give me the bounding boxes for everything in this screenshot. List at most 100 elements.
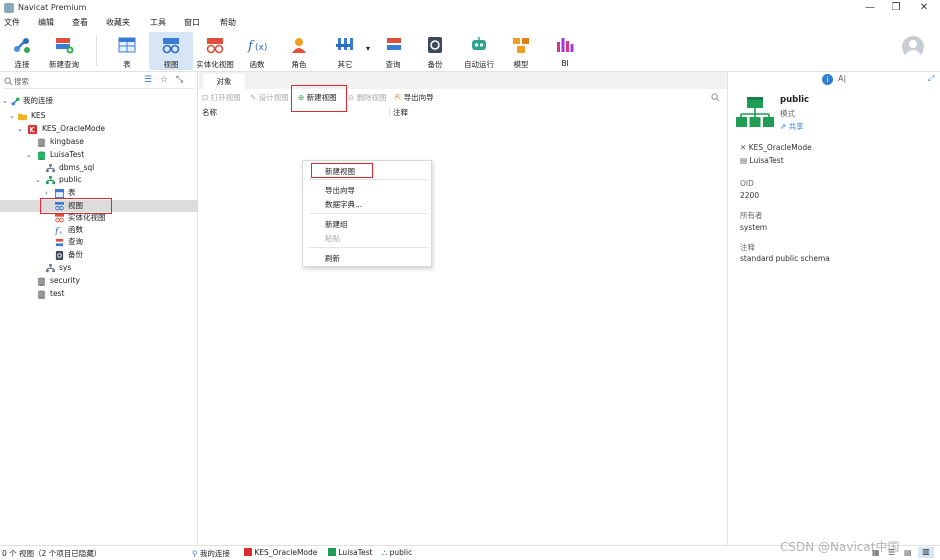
model-icon: [513, 38, 529, 53]
tree-item-test[interactable]: test: [0, 288, 198, 300]
column-divider[interactable]: [389, 107, 390, 118]
function-icon: f (x): [247, 39, 267, 54]
tree-item-luisatest[interactable]: ⌄ LuisaTest: [0, 149, 198, 161]
crumb-label: LuisaTest: [338, 548, 373, 557]
new-query-label: 新建查询: [49, 60, 79, 69]
query-button[interactable]: 查询: [371, 32, 415, 70]
tree-item-queries[interactable]: 查询: [0, 236, 198, 248]
design-view-button[interactable]: ✎ 设计视图: [250, 92, 289, 103]
table-icon: [118, 37, 136, 53]
user-avatar[interactable]: [902, 36, 924, 58]
highlight-views-item: [40, 198, 112, 214]
crumb-luisatest[interactable]: LuisaTest: [328, 548, 373, 557]
delete-icon: ⊖: [348, 93, 355, 102]
star-icon[interactable]: ☆: [160, 75, 168, 85]
crumb-kes-oraclemode[interactable]: KES_OracleMode: [244, 548, 317, 557]
column-name[interactable]: 名称: [202, 107, 217, 118]
menu-help[interactable]: 帮助: [220, 17, 236, 28]
connect-button[interactable]: 连接: [0, 32, 44, 70]
crumb-public[interactable]: ⛬ public: [382, 548, 412, 558]
filter-icon[interactable]: ☰: [144, 75, 152, 85]
role-icon: [292, 38, 306, 53]
menu-view[interactable]: 查看: [72, 17, 88, 28]
search-icon[interactable]: [711, 93, 720, 102]
info-icon[interactable]: i: [822, 74, 833, 85]
other-button[interactable]: 其它: [323, 32, 367, 70]
ctx-data-dictionary[interactable]: 数据字典...: [325, 199, 362, 210]
tree-item-kingbase[interactable]: kingbase: [0, 136, 198, 148]
export-wizard-button[interactable]: ⇱ 导出向导: [395, 92, 434, 103]
materialized-view-icon: [206, 38, 224, 54]
share-link[interactable]: ⇗ 共享: [780, 121, 804, 132]
function-button[interactable]: f (x) 函数: [235, 32, 279, 70]
tree-item-sys[interactable]: sys: [0, 262, 198, 274]
crumb-label: public: [389, 548, 413, 557]
menu-window[interactable]: 窗口: [184, 17, 200, 28]
open-view-icon: ⊡: [202, 93, 209, 102]
ctx-refresh[interactable]: 刷新: [325, 253, 340, 264]
close-button[interactable]: ✕: [910, 0, 938, 16]
ctx-separator: [309, 247, 427, 248]
automation-button[interactable]: 自动运行: [457, 32, 501, 70]
connection-icon: ✕: [740, 143, 747, 152]
menu-tools[interactable]: 工具: [150, 17, 166, 28]
maximize-button[interactable]: ❐: [882, 0, 910, 16]
tree-search[interactable]: 搜索 ☰ ☆ ⤡: [4, 75, 194, 89]
tree-item-my-connections[interactable]: ⌄ 我的连接: [0, 95, 198, 107]
menu-file[interactable]: 文件: [4, 17, 20, 28]
table-button[interactable]: 表: [105, 32, 149, 70]
view-detail-icon[interactable]: ▤: [904, 548, 912, 557]
tree-item-kes[interactable]: ⌄ KES: [0, 110, 198, 122]
tree-item-backups[interactable]: 备份: [0, 249, 198, 261]
info-pane-toggle-icon[interactable]: ▥: [918, 547, 934, 558]
crumb-label: KES_OracleMode: [254, 548, 318, 557]
kingbase-connection-icon: [244, 548, 252, 556]
view-grid-icon[interactable]: ▦: [872, 548, 880, 557]
tree-item-kes-oraclemode[interactable]: ⌄ KES_OracleMode: [0, 123, 198, 135]
main-toolbar: 连接 新建查询 表 视图 实体化视图 f (x) 函数 角色 其它 ▾ 查询 备份…: [0, 30, 940, 72]
bi-button[interactable]: BI: [543, 32, 587, 70]
crumb-my-connections[interactable]: ⚲ 我的连接: [192, 548, 230, 559]
role-button[interactable]: 角色: [277, 32, 321, 70]
tab-objects[interactable]: 对象: [203, 74, 245, 89]
tree-item-security[interactable]: security: [0, 275, 198, 287]
view-label: 视图: [163, 60, 179, 69]
open-view-button[interactable]: ⊡ 打开视图: [202, 92, 241, 103]
object-list-header: 名称 注释: [199, 107, 727, 118]
tree-item-dbms-sql[interactable]: dbms_sql: [0, 162, 198, 174]
status-count: 0 个 视图（2 个项目已隐藏）: [2, 549, 102, 558]
tree-item-public[interactable]: ⌄ public: [0, 174, 198, 186]
new-query-button[interactable]: 新建查询: [42, 32, 86, 70]
other-dropdown-icon[interactable]: ▾: [366, 44, 370, 53]
schema-large-icon: [736, 97, 774, 127]
backup-icon: [55, 251, 64, 260]
design-view-label: 设计视图: [258, 93, 289, 102]
view-button[interactable]: 视图: [149, 32, 193, 70]
materialized-view-button[interactable]: 实体化视图: [193, 32, 237, 70]
column-comment[interactable]: 注释: [393, 107, 408, 118]
database-icon-green: [37, 151, 46, 160]
menu-favorites[interactable]: 收藏夹: [106, 17, 130, 28]
ctx-export-wizard[interactable]: 导出向导: [325, 185, 355, 196]
automation-label: 自动运行: [464, 60, 494, 69]
info-database-label: LuisaTest: [749, 156, 784, 165]
backup-icon: [428, 37, 442, 53]
bi-icon: [557, 38, 574, 52]
info-connection-label: KES_OracleMode: [748, 143, 812, 152]
delete-view-button[interactable]: ⊖ 删除视图: [348, 92, 387, 103]
search-placeholder: 搜索: [14, 77, 29, 86]
ctx-paste[interactable]: 粘贴: [325, 233, 340, 244]
model-button[interactable]: 模型: [499, 32, 543, 70]
view-list-icon[interactable]: ☰: [888, 548, 895, 557]
schema-icon: [46, 264, 55, 273]
delete-view-label: 删除视图: [356, 93, 387, 102]
backup-button[interactable]: 备份: [413, 32, 457, 70]
materialized-view-label: 实体化视图: [196, 60, 234, 69]
minimize-button[interactable]: —: [856, 0, 884, 16]
expand-icon[interactable]: ⤢: [928, 74, 934, 84]
collapse-icon[interactable]: ⤡: [176, 75, 183, 85]
ai-icon[interactable]: A|: [838, 74, 846, 83]
menu-edit[interactable]: 编辑: [38, 17, 54, 28]
ctx-new-group[interactable]: 新建组: [325, 219, 348, 230]
tree-item-functions[interactable]: fx 函数: [0, 224, 198, 236]
